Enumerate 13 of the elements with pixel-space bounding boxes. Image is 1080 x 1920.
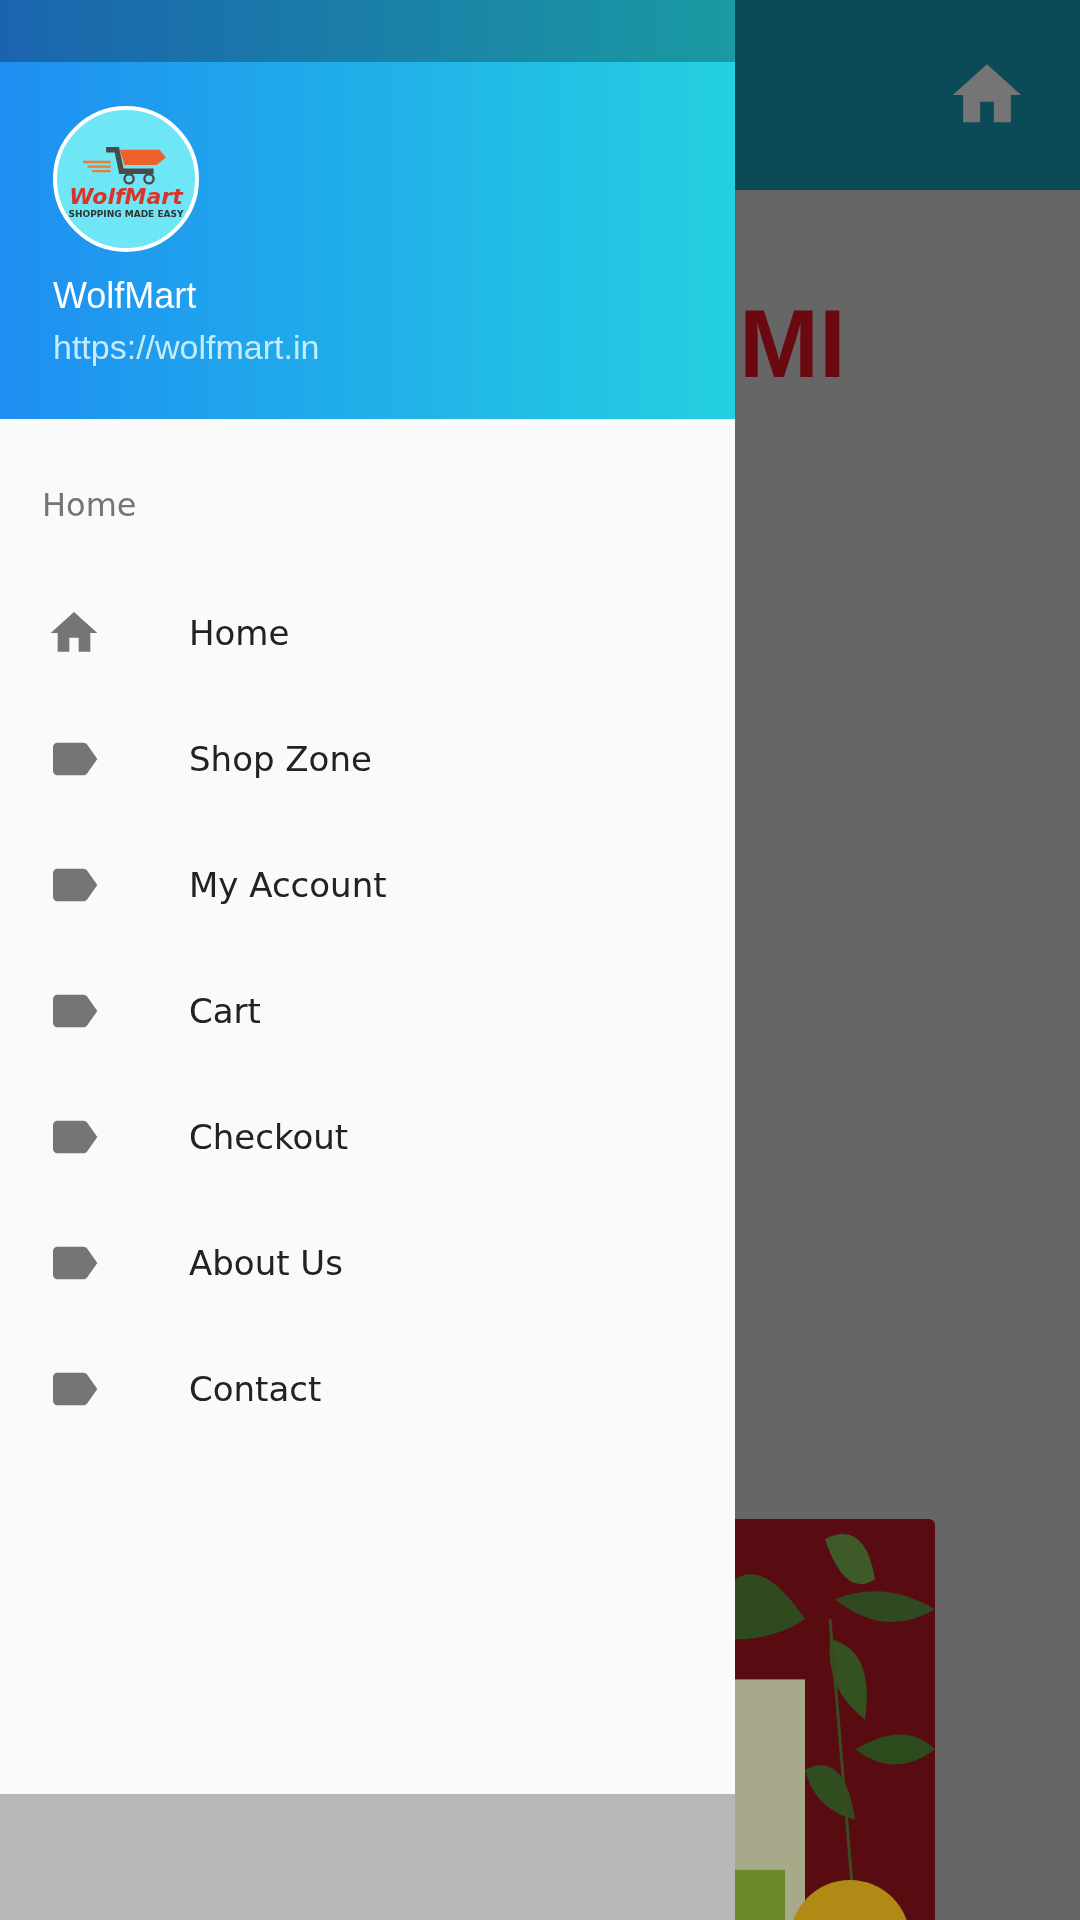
drawer-title: WolfMart <box>53 274 198 318</box>
banner-text: MI <box>739 296 847 392</box>
section-header: Home <box>42 485 138 526</box>
menu-item[interactable]: About Us <box>0 1200 735 1326</box>
logo-wordmark: WolfMart <box>69 185 183 209</box>
menu-item[interactable]: Cart <box>0 948 735 1074</box>
menu-item[interactable]: My Account <box>0 822 735 948</box>
menu-item[interactable]: Checkout <box>0 1074 735 1200</box>
logo-tagline: SHOPPING MADE EASY <box>68 209 184 219</box>
menu-item[interactable]: Home <box>0 570 735 696</box>
menu-item[interactable]: Shop Zone <box>0 696 735 822</box>
drawer-subtitle: https://wolfmart.in <box>53 327 321 368</box>
menu-item[interactable]: Contact <box>0 1326 735 1452</box>
